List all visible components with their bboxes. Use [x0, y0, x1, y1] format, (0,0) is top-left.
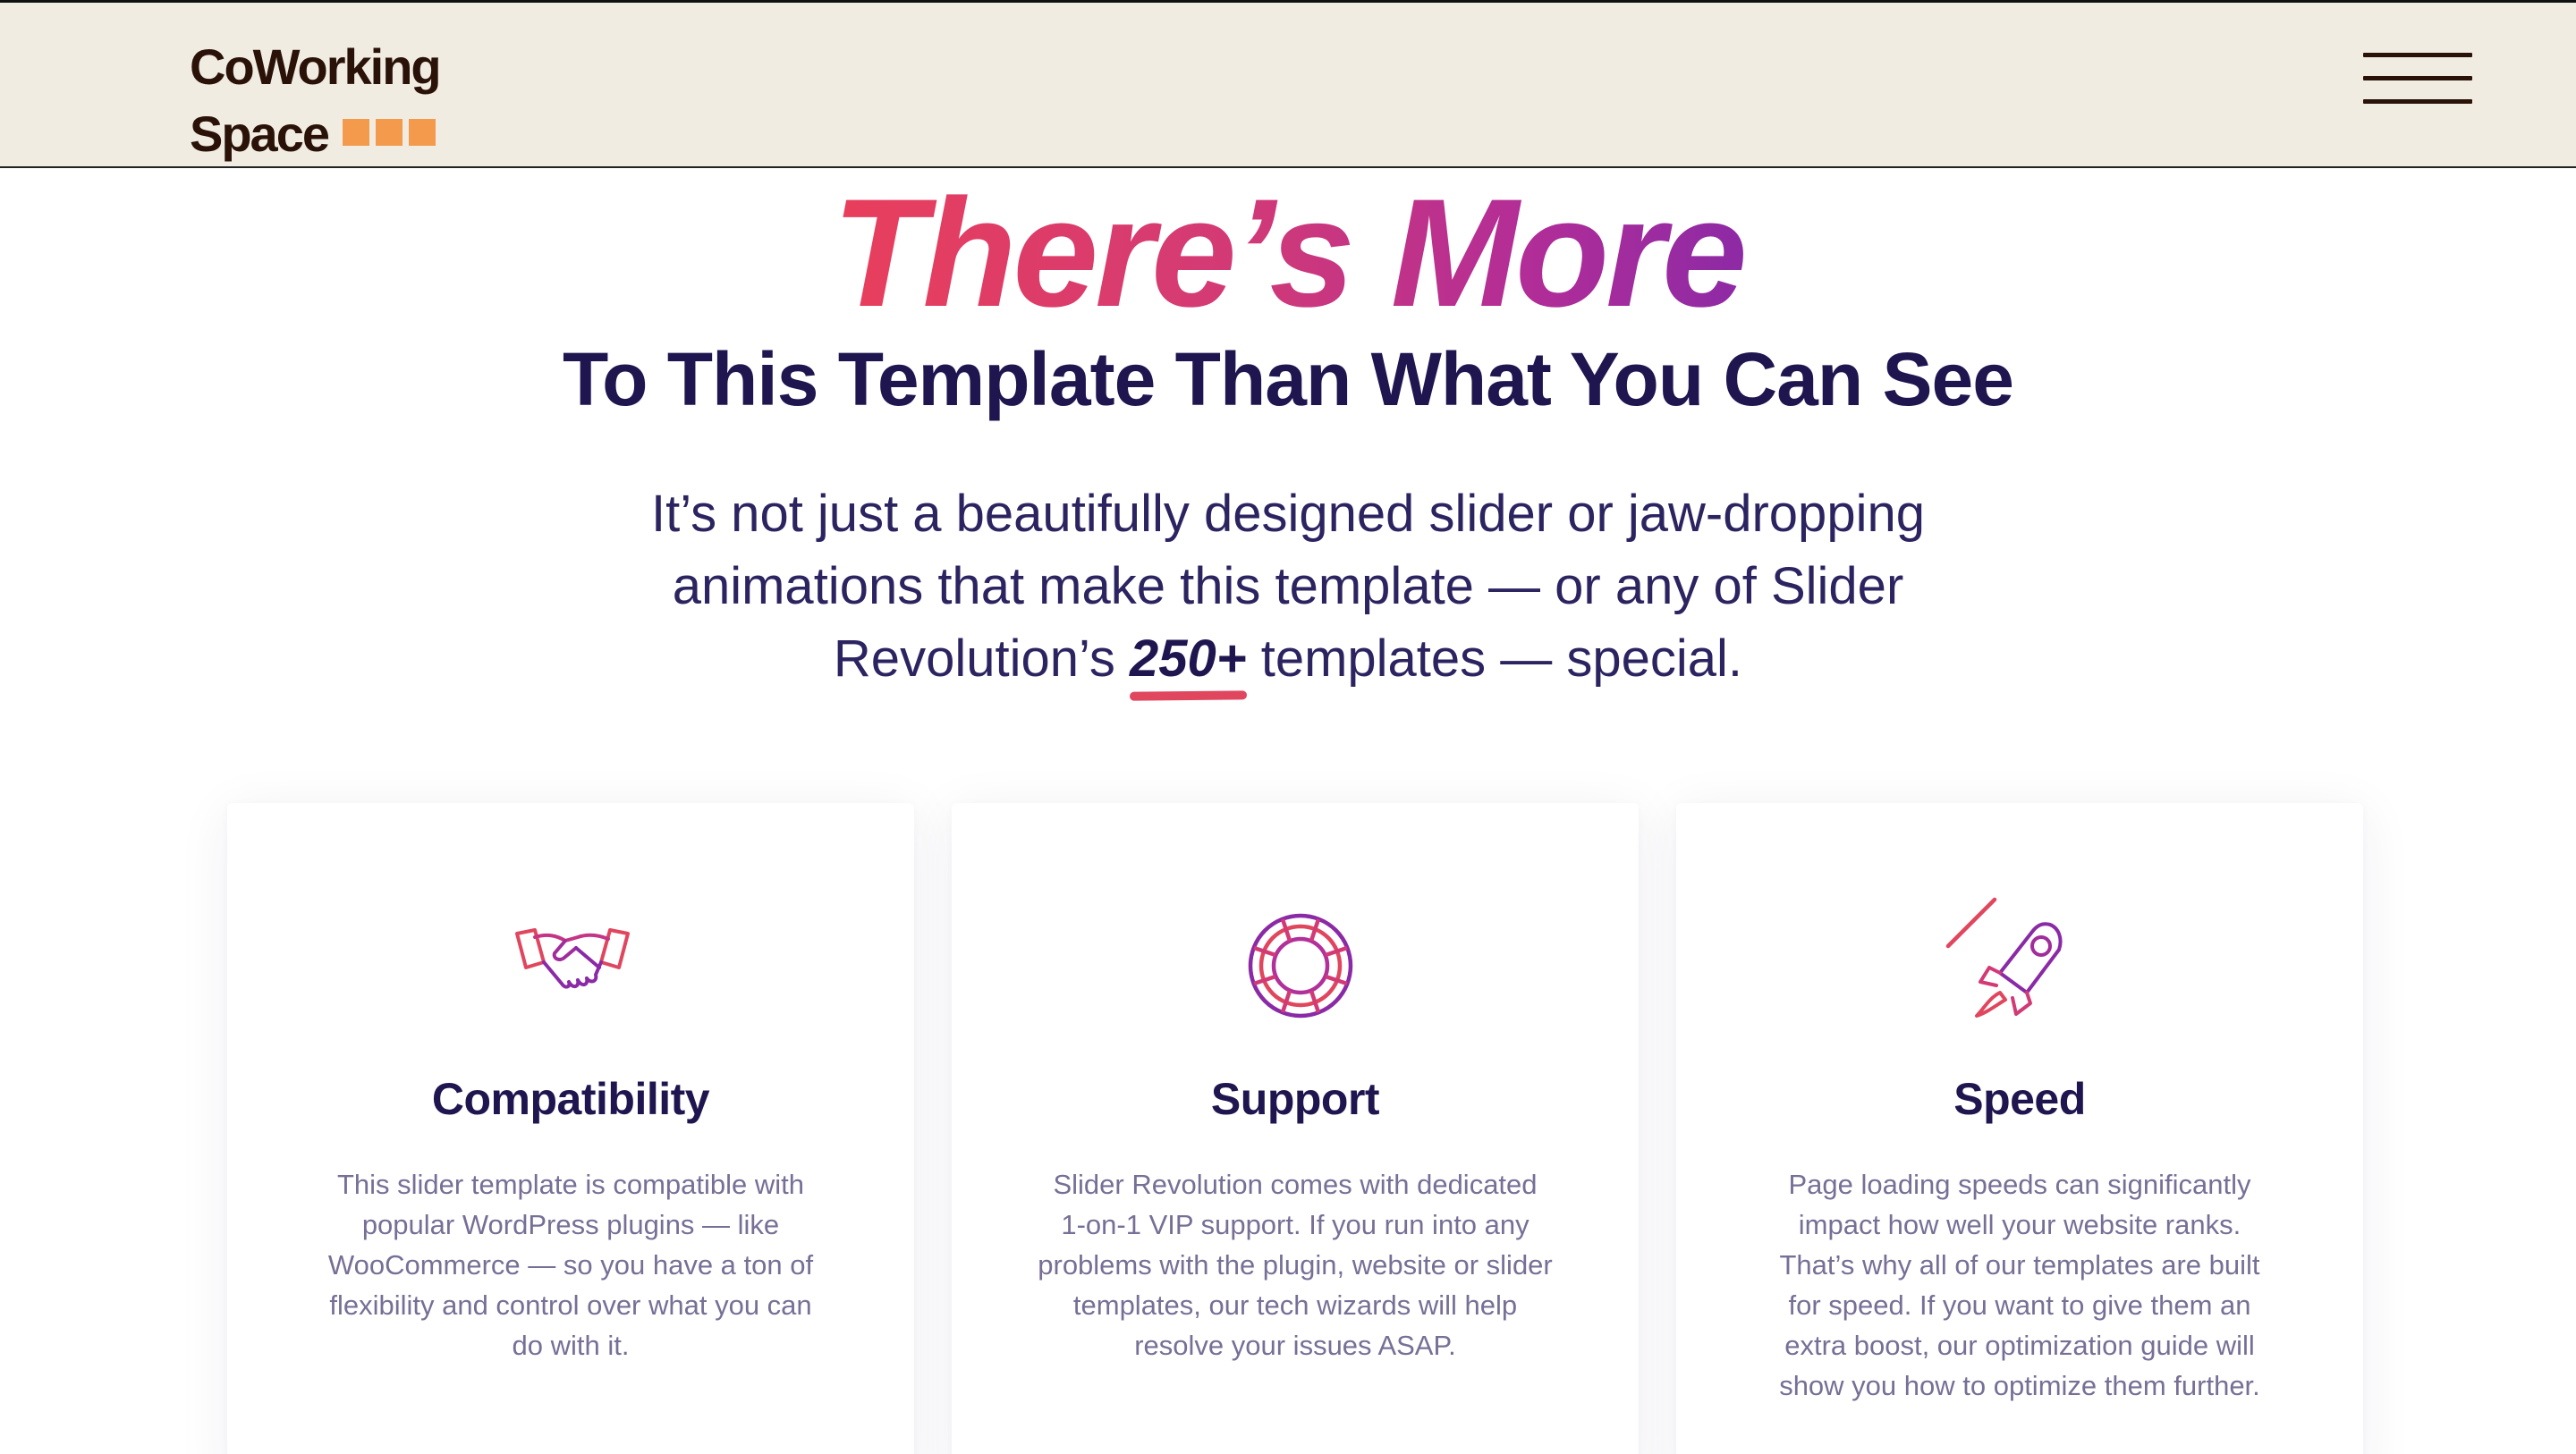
rocket-icon — [1945, 897, 2063, 1018]
logo-squares-icon — [343, 119, 436, 147]
feature-card-support: Support Slider Revolution comes with ded… — [952, 803, 1639, 1454]
lifebuoy-icon — [1248, 913, 1353, 1019]
templates-count-highlight: 250+ — [1130, 622, 1247, 695]
feature-description: Slider Revolution comes with dedicated 1… — [1038, 1169, 1553, 1361]
feature-card-speed: Speed Page loading speeds can significan… — [1676, 803, 2363, 1454]
feature-title: Support — [1210, 1074, 1380, 1124]
logo-text-line1: CoWorking — [190, 38, 442, 95]
feature-description: Page loading speeds can significantly im… — [1779, 1169, 2260, 1401]
hamburger-menu-icon[interactable] — [2363, 53, 2472, 106]
hero-subtitle: To This Template Than What You Can See — [563, 337, 2014, 421]
feature-card-compatibility: Compatibility This slider template is co… — [227, 803, 914, 1454]
hero-title: There’s More — [0, 168, 2576, 338]
logo-text-line2: Space — [190, 106, 330, 162]
intro-paragraph: It’s not just a beautifully designed sli… — [617, 478, 1959, 695]
feature-description: This slider template is compatible with … — [327, 1169, 814, 1361]
handshake-icon — [515, 928, 630, 989]
site-header: CoWorking Space — [0, 0, 2576, 168]
feature-title: Speed — [1953, 1074, 2086, 1124]
intro-text-part2: templates — special. — [1246, 630, 1743, 688]
site-logo[interactable]: CoWorking Space — [190, 33, 442, 167]
feature-title: Compatibility — [431, 1074, 710, 1124]
